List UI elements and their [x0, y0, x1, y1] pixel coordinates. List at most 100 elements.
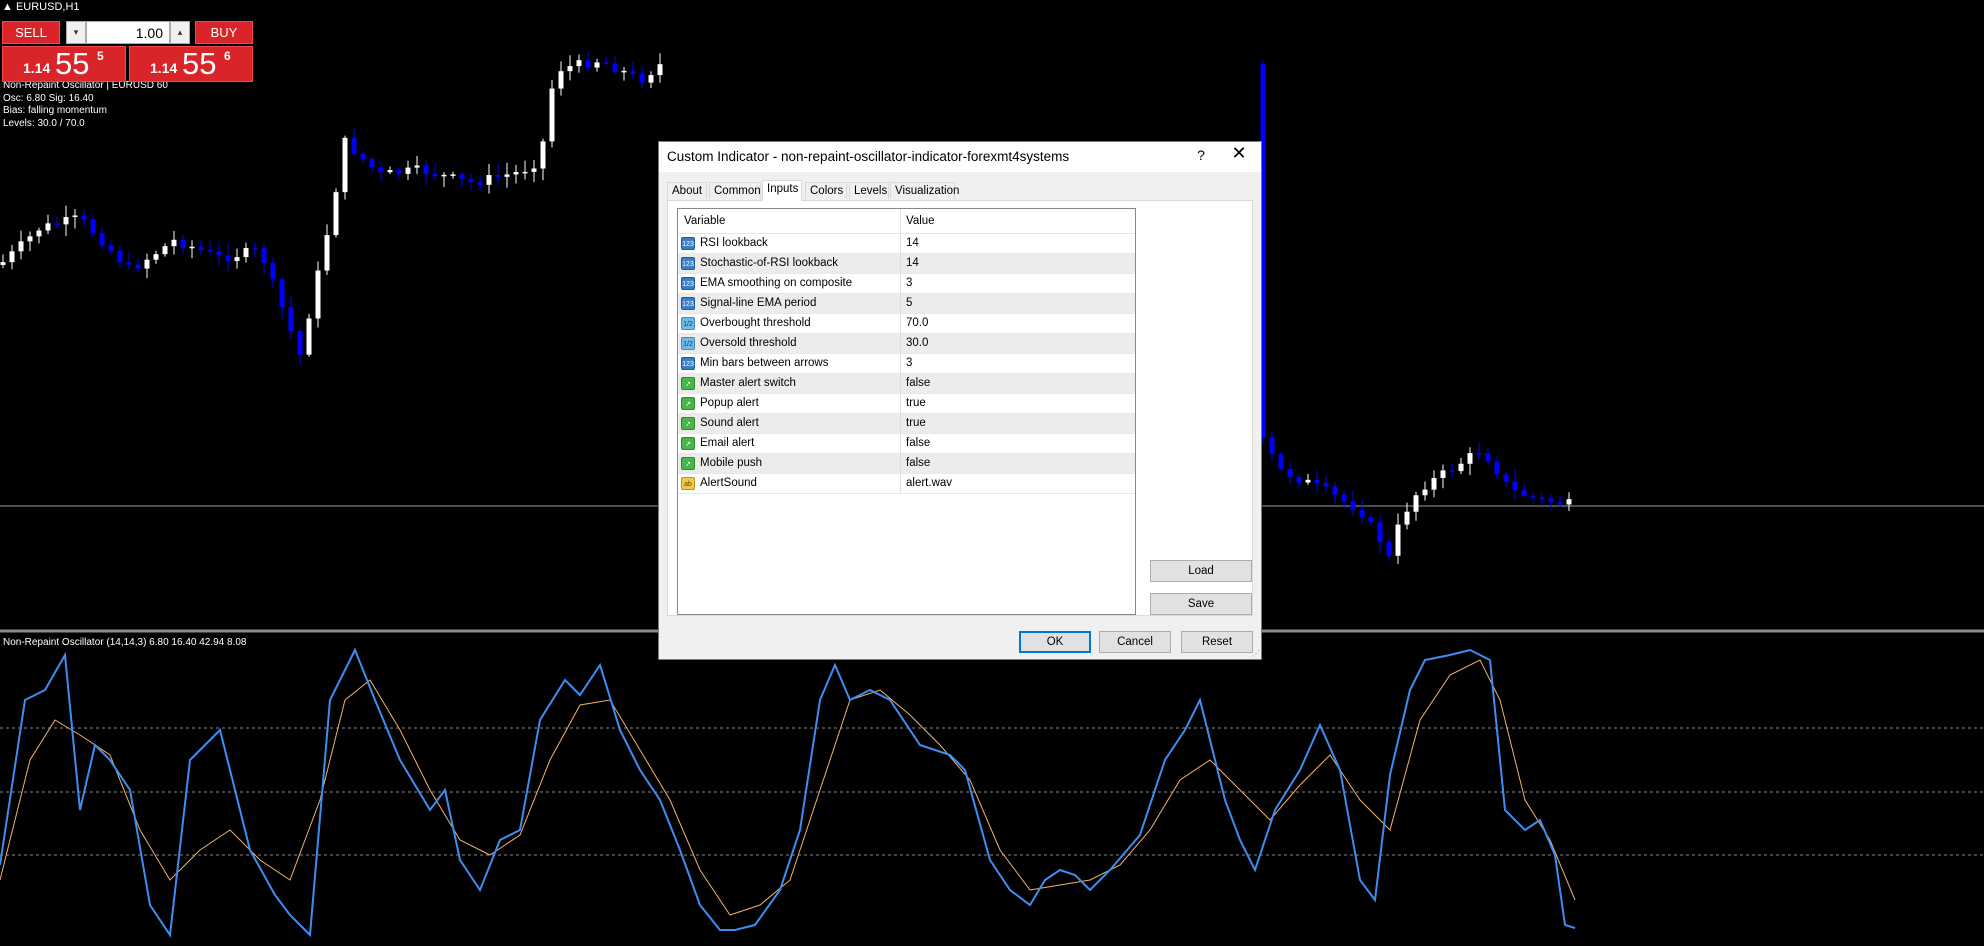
price-prefix: 1.14 — [23, 60, 51, 76]
table-row[interactable]: 123 RSI lookback 14 — [678, 234, 1135, 254]
candle-body — [171, 239, 177, 247]
tab-inputs[interactable]: Inputs — [762, 180, 802, 201]
tab-visualization[interactable]: Visualization — [890, 182, 959, 199]
bool-param-icon: ↗ — [681, 397, 695, 410]
chart-arrow-icon: ▲ — [2, 1, 16, 13]
candle-body — [558, 71, 564, 89]
param-value[interactable]: false — [906, 437, 930, 449]
table-row[interactable]: ab AlertSound alert.wav — [678, 474, 1135, 494]
table-row[interactable]: ↗ Mobile push false — [678, 454, 1135, 474]
candle-body — [1557, 502, 1563, 505]
table-row[interactable]: ↗ Email alert false — [678, 434, 1135, 454]
table-row[interactable]: 123 Stochastic-of-RSI lookback 14 — [678, 254, 1135, 274]
price-pips: 55 — [55, 46, 90, 81]
param-value[interactable]: false — [906, 457, 930, 469]
column-separator — [900, 234, 901, 253]
tab-colors[interactable]: Colors — [805, 182, 847, 199]
table-row[interactable]: 123 Min bars between arrows 3 — [678, 354, 1135, 374]
tab-common[interactable]: Common — [709, 182, 761, 199]
candle-body — [594, 62, 600, 68]
candle-body — [1323, 482, 1329, 487]
candle-body — [486, 175, 492, 185]
candle-body — [1359, 510, 1365, 518]
candle-body — [27, 236, 33, 242]
candle-body — [333, 192, 339, 236]
buy-price-button[interactable]: 1.14 55 6 — [129, 46, 253, 82]
param-value[interactable]: 30.0 — [906, 337, 928, 349]
candle-body — [63, 217, 69, 225]
candle-body — [144, 259, 150, 269]
candle-body — [207, 249, 213, 252]
column-separator — [900, 474, 901, 493]
column-separator — [900, 374, 901, 393]
candle-body — [288, 307, 294, 331]
load-button[interactable]: Load — [1150, 560, 1252, 582]
bool-param-icon: ↗ — [681, 377, 695, 390]
param-value[interactable]: 3 — [906, 357, 912, 369]
param-value[interactable]: true — [906, 397, 926, 409]
candle-body — [0, 262, 6, 265]
candle-body — [1350, 501, 1356, 511]
candle-body — [1314, 479, 1320, 483]
param-value[interactable]: 14 — [906, 237, 919, 249]
save-button[interactable]: Save — [1150, 593, 1252, 615]
column-separator — [900, 394, 901, 413]
candle-body — [585, 60, 591, 68]
info-line: Bias: falling momentum — [3, 105, 107, 116]
column-header-value: Value — [906, 215, 935, 227]
candle-body — [1503, 474, 1509, 482]
buy-button[interactable]: BUY — [195, 21, 253, 44]
candle-body — [378, 167, 384, 173]
param-value[interactable]: 5 — [906, 297, 912, 309]
param-name: Email alert — [700, 437, 755, 449]
candle-body — [18, 241, 24, 252]
column-separator — [900, 274, 901, 293]
candle-body — [297, 330, 303, 355]
bool-param-icon: ↗ — [681, 417, 695, 430]
param-value[interactable]: false — [906, 377, 930, 389]
param-value[interactable]: 14 — [906, 257, 919, 269]
candle-body — [1368, 517, 1374, 523]
table-row[interactable]: 123 Signal-line EMA period 5 — [678, 294, 1135, 314]
candle-body — [1395, 524, 1401, 556]
price-point: 6 — [224, 49, 231, 63]
param-value[interactable]: true — [906, 417, 926, 429]
sell-price-button[interactable]: 1.14 55 5 — [2, 46, 126, 82]
ok-button[interactable]: OK — [1019, 631, 1091, 653]
price-pips: 55 — [182, 46, 217, 81]
table-row[interactable]: ↗ Master alert switch false — [678, 374, 1135, 394]
candle-body — [414, 165, 420, 168]
candle-body — [9, 251, 15, 263]
sell-button[interactable]: SELL — [2, 21, 60, 44]
column-header-variable: Variable — [684, 215, 726, 227]
candle-body — [1341, 494, 1347, 502]
param-value[interactable]: 3 — [906, 277, 912, 289]
cancel-button[interactable]: Cancel — [1099, 631, 1171, 653]
table-header: Variable Value — [678, 209, 1135, 234]
table-row[interactable]: 1/2 Overbought threshold 70.0 — [678, 314, 1135, 334]
resize-grip-icon[interactable]: ⋰ — [1252, 650, 1260, 658]
double-param-icon: 1/2 — [681, 317, 695, 330]
lot-decrease-button[interactable]: ▾ — [66, 21, 86, 44]
tab-levels[interactable]: Levels — [849, 182, 889, 199]
help-icon[interactable]: ? — [1191, 147, 1211, 163]
tab-about[interactable]: About — [667, 182, 707, 199]
candle-body — [630, 70, 636, 74]
lot-increase-button[interactable]: ▴ — [170, 21, 190, 44]
column-separator — [900, 434, 901, 453]
candle-body — [90, 219, 96, 234]
inputs-table[interactable]: Variable Value 123 RSI lookback 14 123 Stoch… — [677, 208, 1136, 615]
dialog-titlebar[interactable]: Custom Indicator - non-repaint-oscillato… — [659, 142, 1261, 172]
close-icon[interactable]: ✕ — [1227, 143, 1251, 164]
inputs-panel: Variable Value 123 RSI lookback 14 123 Stoch… — [667, 200, 1253, 616]
table-row[interactable]: 123 EMA smoothing on composite 3 — [678, 274, 1135, 294]
lot-size-input[interactable]: 1.00 — [86, 21, 170, 44]
param-value[interactable]: alert.wav — [906, 477, 952, 489]
table-row[interactable]: ↗ Popup alert true — [678, 394, 1135, 414]
reset-button[interactable]: Reset — [1181, 631, 1253, 653]
param-value[interactable]: 70.0 — [906, 317, 928, 329]
param-name: Sound alert — [700, 417, 759, 429]
table-row[interactable]: ↗ Sound alert true — [678, 414, 1135, 434]
table-row[interactable]: 1/2 Oversold threshold 30.0 — [678, 334, 1135, 354]
param-name: Overbought threshold — [700, 317, 811, 329]
